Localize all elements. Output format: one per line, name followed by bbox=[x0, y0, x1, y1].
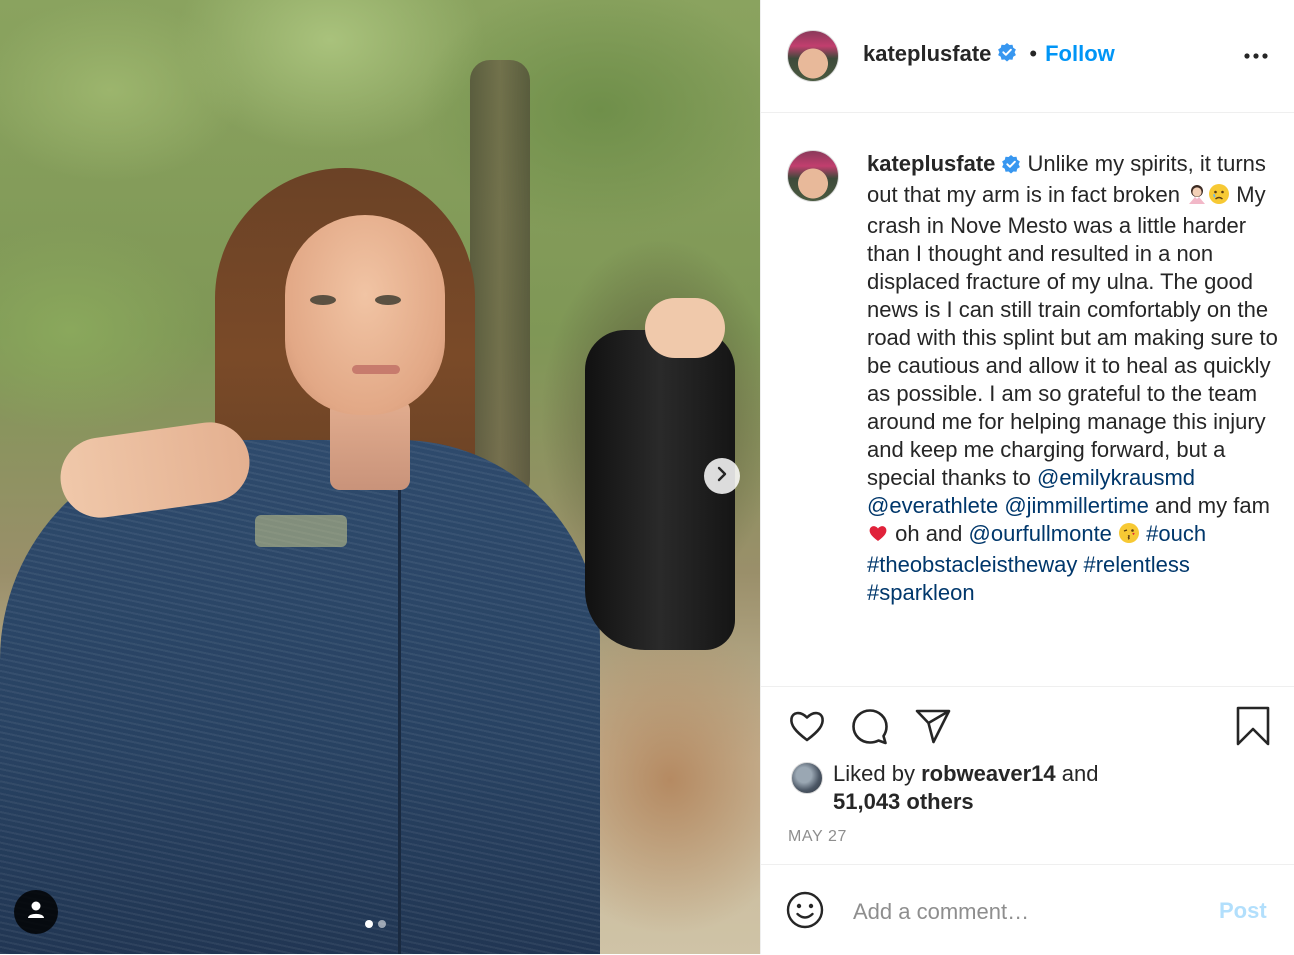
caption-text-3: and my fam bbox=[1148, 493, 1270, 518]
photo-eye-right bbox=[375, 295, 401, 305]
mention-link[interactable]: @emilykrausmd bbox=[1037, 465, 1195, 490]
raised-hand bbox=[645, 298, 725, 358]
crying-face-emoji-icon bbox=[1208, 183, 1230, 212]
hashtag-link[interactable]: #theobstacleistheway bbox=[867, 552, 1077, 577]
likes-and: and bbox=[1061, 761, 1099, 786]
woman-gesturing-no-emoji-icon bbox=[1186, 183, 1208, 212]
photo-mouth bbox=[352, 365, 400, 374]
caption-text-4: oh and bbox=[889, 521, 969, 546]
caption-avatar[interactable] bbox=[787, 150, 839, 202]
actions-divider bbox=[761, 686, 1294, 687]
liker-username[interactable]: robweaver14 bbox=[921, 761, 1056, 786]
share-button[interactable] bbox=[913, 706, 953, 751]
like-button[interactable] bbox=[787, 706, 827, 751]
header-username[interactable]: kateplusfate bbox=[863, 41, 991, 67]
comment-button[interactable] bbox=[850, 706, 890, 751]
likes-prefix: Liked by bbox=[833, 761, 915, 786]
hashtag-link[interactable]: #sparkleon bbox=[867, 580, 975, 605]
mention-link[interactable]: @everathlete bbox=[867, 493, 998, 518]
comment-icon bbox=[850, 709, 890, 750]
header-separator: • bbox=[1029, 41, 1038, 66]
avatar[interactable] bbox=[787, 30, 839, 82]
tree-trunk bbox=[470, 60, 530, 500]
carousel-indicator bbox=[365, 920, 386, 928]
post-header: kateplusfate • Follow bbox=[761, 0, 1294, 113]
verified-badge-icon bbox=[997, 42, 1017, 67]
chevron-right-icon bbox=[714, 466, 730, 487]
caption-username[interactable]: kateplusfate bbox=[867, 151, 995, 176]
likes-count[interactable]: 51,043 others bbox=[833, 789, 974, 814]
photo-eye-left bbox=[310, 295, 336, 305]
hashtag-link[interactable]: #relentless bbox=[1083, 552, 1189, 577]
post-caption: kateplusfate Unlike my spirits, it turns… bbox=[867, 150, 1281, 607]
tagged-users-button[interactable] bbox=[14, 890, 58, 934]
heart-icon bbox=[787, 711, 827, 750]
kissing-face-emoji-icon bbox=[1118, 522, 1140, 551]
likes-summary[interactable]: Liked by robweaver14 and 51,043 others bbox=[833, 760, 1098, 816]
comment-bar: Post bbox=[761, 864, 1294, 955]
save-button[interactable] bbox=[1235, 706, 1271, 751]
liker-avatar[interactable] bbox=[791, 762, 823, 794]
red-heart-emoji-icon bbox=[867, 522, 889, 551]
user-tag-icon bbox=[25, 899, 47, 926]
instagram-post: kateplusfate • Follow kateplusfate Unlik… bbox=[0, 0, 1294, 954]
post-comment-button[interactable]: Post bbox=[1219, 898, 1267, 924]
bookmark-icon bbox=[1235, 706, 1271, 750]
post-side-panel: kateplusfate • Follow kateplusfate Unlik… bbox=[760, 0, 1294, 954]
post-date[interactable]: MAY 27 bbox=[788, 828, 847, 846]
carousel-dot-active bbox=[365, 920, 373, 928]
post-photo[interactable] bbox=[0, 0, 760, 954]
carousel-next-button[interactable] bbox=[704, 458, 740, 494]
caption-text-2: My crash in Nove Mesto was a little hard… bbox=[867, 182, 1278, 490]
header-user: kateplusfate • Follow bbox=[863, 41, 1115, 67]
jacket-zipper bbox=[398, 470, 401, 954]
more-options-button[interactable] bbox=[1243, 44, 1269, 73]
mention-link[interactable]: @ourfullmonte bbox=[969, 521, 1112, 546]
paper-plane-icon bbox=[913, 709, 953, 750]
photo-face bbox=[285, 215, 445, 415]
more-options-icon bbox=[1243, 53, 1269, 72]
jacket-logo bbox=[255, 515, 347, 547]
emoji-picker-button[interactable] bbox=[785, 890, 825, 935]
mention-link[interactable]: @jimmillertime bbox=[1004, 493, 1149, 518]
emoji-icon bbox=[785, 891, 825, 934]
carousel-dot bbox=[378, 920, 386, 928]
verified-badge-icon bbox=[1001, 153, 1021, 181]
comment-input[interactable] bbox=[851, 891, 1185, 933]
hashtag-link[interactable]: #ouch bbox=[1146, 521, 1206, 546]
follow-button[interactable]: Follow bbox=[1045, 41, 1115, 67]
